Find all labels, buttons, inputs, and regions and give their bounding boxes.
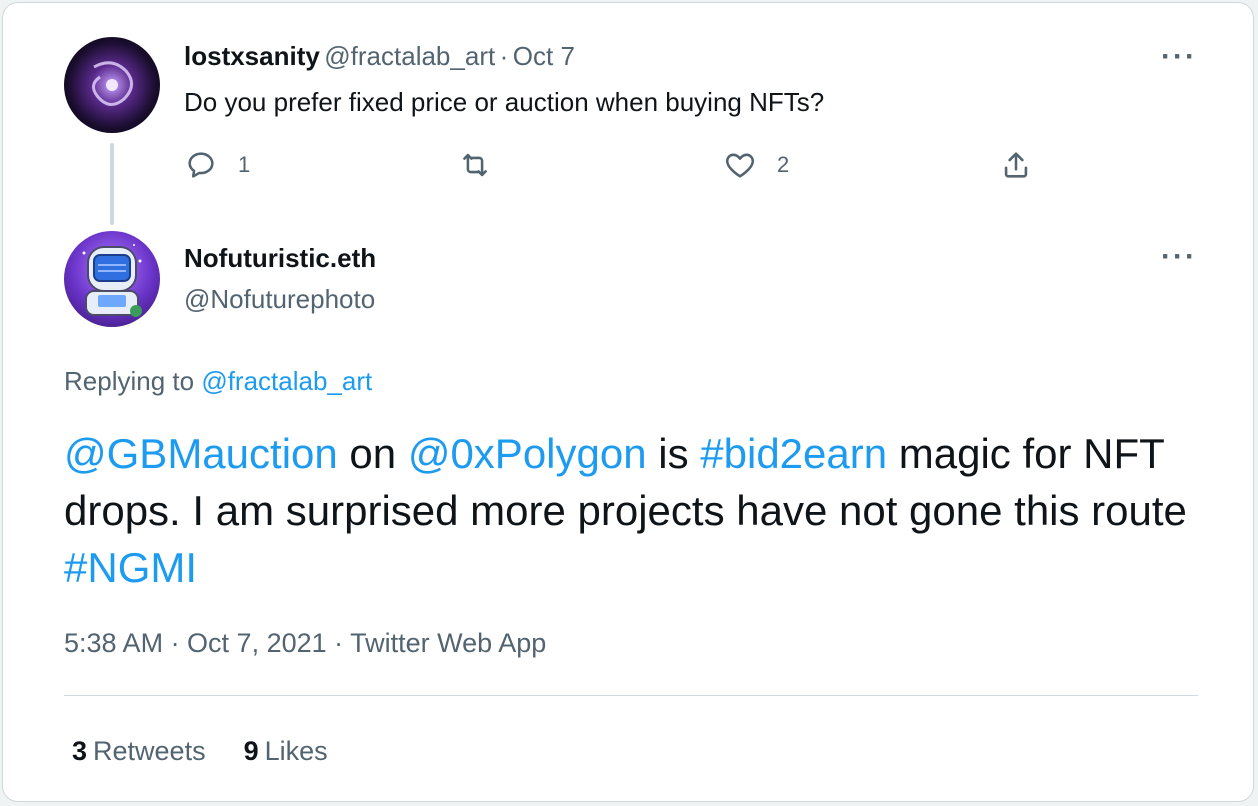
retweets-label: Retweets [93,736,206,766]
parent-display-name[interactable]: lostxsanity [184,41,320,71]
tweet-stats: 3 Retweets 9 Likes [72,736,328,767]
like-action[interactable]: 2 [723,148,789,182]
retweet-icon [463,153,487,177]
likes-label: Likes [264,736,328,766]
parent-avatar[interactable] [64,37,160,133]
main-handle[interactable]: @Nofuturephoto [184,284,375,315]
parent-handle[interactable]: @fractalab_art [324,41,495,71]
tweet-card: lostxsanity @fractalab_art · Oct 7 ··· D… [2,2,1254,802]
like-count: 2 [777,152,790,177]
likes-count: 9 [243,736,259,766]
mention-0xpolygon[interactable]: @0xPolygon [408,430,647,477]
header-separator: · [499,41,509,71]
body-text-is: is [646,430,701,477]
mention-gbmauction[interactable]: @GBMauction [64,430,338,477]
likes-stat[interactable]: 9 Likes [244,736,328,767]
body-text-on: on [337,430,408,477]
divider [64,695,1198,696]
hashtag-bid2earn[interactable]: #bid2earn [700,430,887,477]
share-action[interactable] [999,148,1033,182]
retweets-stat[interactable]: 3 Retweets [72,736,206,767]
replying-to-label: Replying to [64,366,195,396]
share-icon [1004,152,1028,178]
main-avatar[interactable] [64,231,160,327]
reply-icon [188,152,214,178]
retweet-action[interactable] [458,148,512,182]
thread-connector-line [110,143,114,225]
parent-date[interactable]: Oct 7 [513,41,575,71]
tweet-timestamp[interactable]: 5:38 AM · Oct 7, 2021 · Twitter Web App [64,628,546,659]
hashtag-ngmi[interactable]: #NGMI [64,544,197,591]
replying-to-handle[interactable]: @fractalab_art [201,366,372,396]
retweets-count: 3 [72,736,88,766]
parent-tweet-header: lostxsanity @fractalab_art · Oct 7 [184,41,575,72]
main-more-icon[interactable]: ··· [1161,242,1197,272]
reply-count: 1 [238,152,251,177]
reply-action[interactable]: 1 [184,148,250,182]
parent-tweet-text: Do you prefer fixed price or auction whe… [184,87,825,117]
replying-to: Replying to @fractalab_art [64,366,372,397]
main-display-name[interactable]: Nofuturistic.eth [184,243,376,274]
main-tweet-text: @GBMauction on @0xPolygon is #bid2earn m… [64,425,1214,596]
parent-more-icon[interactable]: ··· [1161,42,1197,72]
heart-icon [725,153,755,178]
